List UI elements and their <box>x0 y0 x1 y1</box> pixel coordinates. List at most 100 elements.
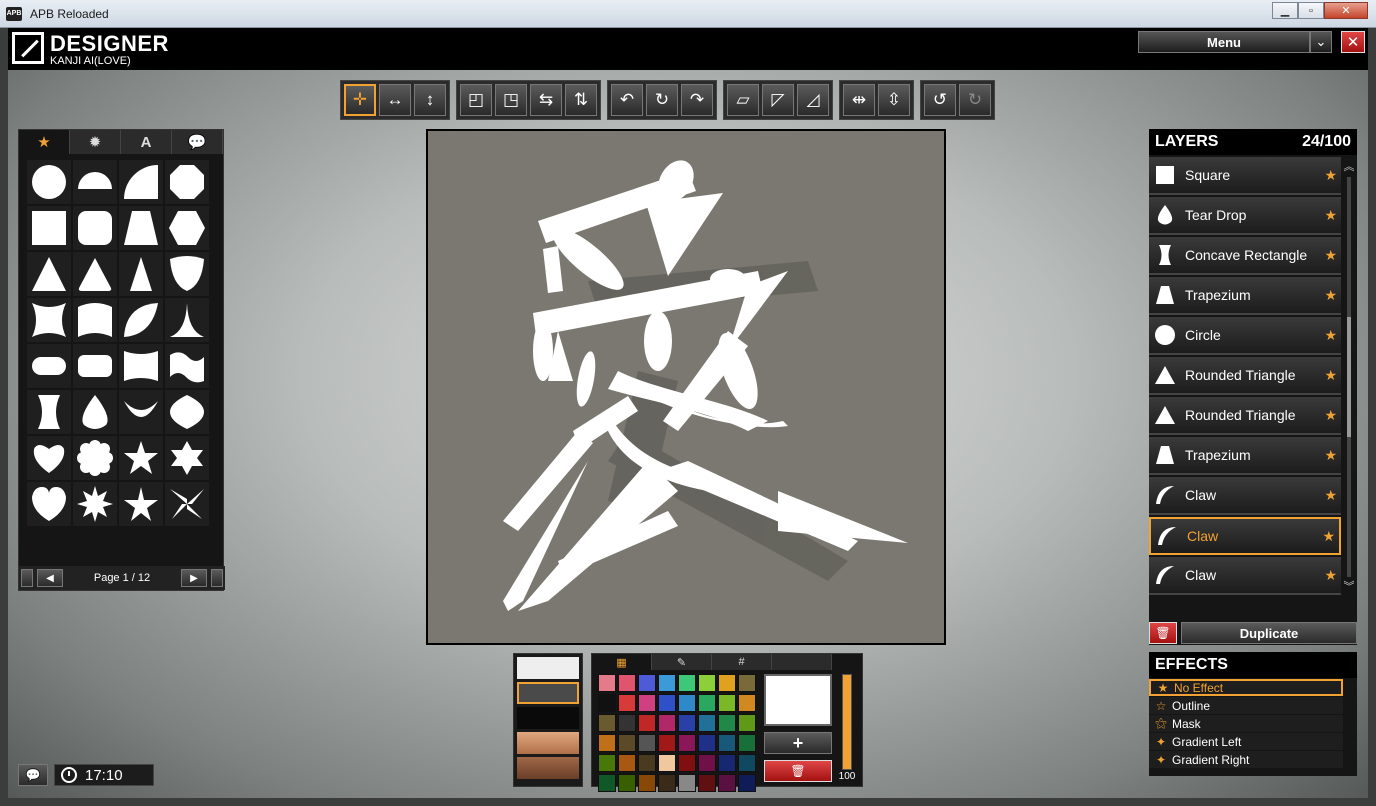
shape-rounded-triangle[interactable] <box>73 252 117 296</box>
effect-row[interactable]: ✦ Gradient Left <box>1149 733 1343 750</box>
layer-row[interactable]: Tear Drop ★ <box>1149 197 1341 235</box>
delete-color-button[interactable]: 🗑 <box>764 760 832 782</box>
stretch-vertical-icon[interactable]: ⇅ <box>565 84 597 116</box>
color-swatch[interactable] <box>738 754 756 772</box>
color-swatch[interactable] <box>718 694 736 712</box>
layer-row[interactable]: Claw ★ <box>1149 477 1341 515</box>
undo-icon[interactable]: ↺ <box>924 84 956 116</box>
layer-row[interactable]: Rounded Triangle ★ <box>1149 357 1341 395</box>
shape-triangle[interactable] <box>27 252 71 296</box>
shape-circle[interactable] <box>27 160 71 204</box>
star-icon[interactable]: ★ <box>1324 327 1337 344</box>
color-swatch[interactable] <box>678 694 696 712</box>
fill-skin-swatch[interactable] <box>517 732 579 754</box>
shape-flower[interactable] <box>73 436 117 480</box>
color-swatch[interactable] <box>598 694 616 712</box>
opacity-track[interactable] <box>842 674 852 770</box>
star-icon[interactable]: ★ <box>1322 528 1335 545</box>
color-swatch[interactable] <box>698 674 716 692</box>
color-swatch[interactable] <box>738 774 756 792</box>
skew-vertical-icon[interactable]: ◿ <box>797 84 829 116</box>
close-icon[interactable]: ✕ <box>1341 31 1365 53</box>
color-swatch[interactable] <box>698 734 716 752</box>
color-swatch[interactable] <box>598 774 616 792</box>
star-icon[interactable]: ★ <box>1324 167 1337 184</box>
shape-pill[interactable] <box>27 344 71 388</box>
color-swatch[interactable] <box>618 734 636 752</box>
shape-rounded-rect[interactable] <box>73 344 117 388</box>
shape-rounded-square[interactable] <box>73 206 117 250</box>
star-icon[interactable]: ★ <box>1324 407 1337 424</box>
scroll-thumb[interactable] <box>1347 317 1351 437</box>
tab-text[interactable]: A <box>121 130 172 154</box>
color-swatch[interactable] <box>698 714 716 732</box>
color-swatch[interactable] <box>618 694 636 712</box>
color-swatch[interactable] <box>658 734 676 752</box>
color-swatch[interactable] <box>738 714 756 732</box>
shape-pinwheel[interactable] <box>165 482 209 526</box>
effect-row[interactable]: ☆ Outline <box>1149 697 1343 714</box>
color-swatch[interactable] <box>618 714 636 732</box>
shape-curved-triangle[interactable] <box>165 298 209 342</box>
rotate-right-icon[interactable]: ↷ <box>681 84 713 116</box>
layer-row[interactable]: Circle ★ <box>1149 317 1341 355</box>
fill-gray-swatch[interactable] <box>517 682 579 704</box>
align-top-left-icon[interactable]: ◰ <box>460 84 492 116</box>
color-swatch[interactable] <box>678 734 696 752</box>
scroll-down-icon[interactable]: ︾ <box>1343 579 1355 595</box>
color-swatch[interactable] <box>658 694 676 712</box>
effect-row[interactable]: ✦ Gradient Right <box>1149 751 1343 768</box>
shape-star[interactable] <box>119 436 163 480</box>
color-swatch[interactable] <box>598 734 616 752</box>
skew-horizontal-icon[interactable]: ▱ <box>727 84 759 116</box>
color-swatch[interactable] <box>738 694 756 712</box>
tab-extra[interactable] <box>772 654 832 670</box>
tab-symbols[interactable]: ✹ <box>70 130 121 154</box>
color-swatch[interactable] <box>658 774 676 792</box>
rotate-left-icon[interactable]: ↶ <box>611 84 643 116</box>
minimize-button[interactable]: ▁ <box>1272 2 1298 19</box>
color-swatch[interactable] <box>658 674 676 692</box>
color-swatch[interactable] <box>678 674 696 692</box>
layer-scrollbar[interactable]: ︽ ︾ <box>1343 159 1355 599</box>
color-swatch[interactable] <box>638 674 656 692</box>
move-icon[interactable]: ✛ <box>344 84 376 116</box>
color-swatch[interactable] <box>718 674 736 692</box>
shape-burst[interactable] <box>73 482 117 526</box>
shape-leaf[interactable] <box>119 298 163 342</box>
shape-concave-rect[interactable] <box>27 390 71 434</box>
shape-half-circle[interactable] <box>73 160 117 204</box>
duplicate-button[interactable]: Duplicate <box>1181 622 1357 644</box>
color-swatch[interactable] <box>638 734 656 752</box>
align-center-icon[interactable]: ◳ <box>495 84 527 116</box>
star-icon[interactable]: ★ <box>1324 367 1337 384</box>
color-swatch[interactable] <box>598 754 616 772</box>
last-page-button[interactable] <box>211 569 223 587</box>
redo-icon[interactable]: ↻ <box>959 84 991 116</box>
color-swatch[interactable] <box>638 714 656 732</box>
menu-button[interactable]: Menu <box>1138 31 1310 53</box>
shape-star-six[interactable] <box>165 436 209 480</box>
flip-vertical-icon[interactable]: ⇳ <box>878 84 910 116</box>
opacity-slider[interactable]: 100 <box>838 660 856 782</box>
skew-top-icon[interactable]: ◸ <box>762 84 794 116</box>
layer-row[interactable]: Trapezium ★ <box>1149 437 1341 475</box>
color-swatch[interactable] <box>678 714 696 732</box>
color-swatch[interactable] <box>718 754 736 772</box>
shape-trapezium[interactable] <box>119 206 163 250</box>
star-icon[interactable]: ★ <box>1324 247 1337 264</box>
shape-tear-drop[interactable] <box>73 390 117 434</box>
shape-diamond-round[interactable] <box>165 390 209 434</box>
star-icon[interactable]: ★ <box>1324 207 1337 224</box>
maximize-button[interactable]: ▫ <box>1298 2 1324 19</box>
color-swatch[interactable] <box>618 754 636 772</box>
first-page-button[interactable] <box>21 569 33 587</box>
layer-row[interactable]: Concave Rectangle ★ <box>1149 237 1341 275</box>
tab-hex[interactable]: # <box>712 654 772 670</box>
star-icon[interactable]: ★ <box>1324 447 1337 464</box>
stretch-horizontal-icon[interactable]: ⇆ <box>530 84 562 116</box>
flip-horizontal-icon[interactable]: ⇹ <box>843 84 875 116</box>
next-page-button[interactable]: ▶ <box>181 569 207 587</box>
color-swatch[interactable] <box>638 774 656 792</box>
color-swatch[interactable] <box>698 694 716 712</box>
